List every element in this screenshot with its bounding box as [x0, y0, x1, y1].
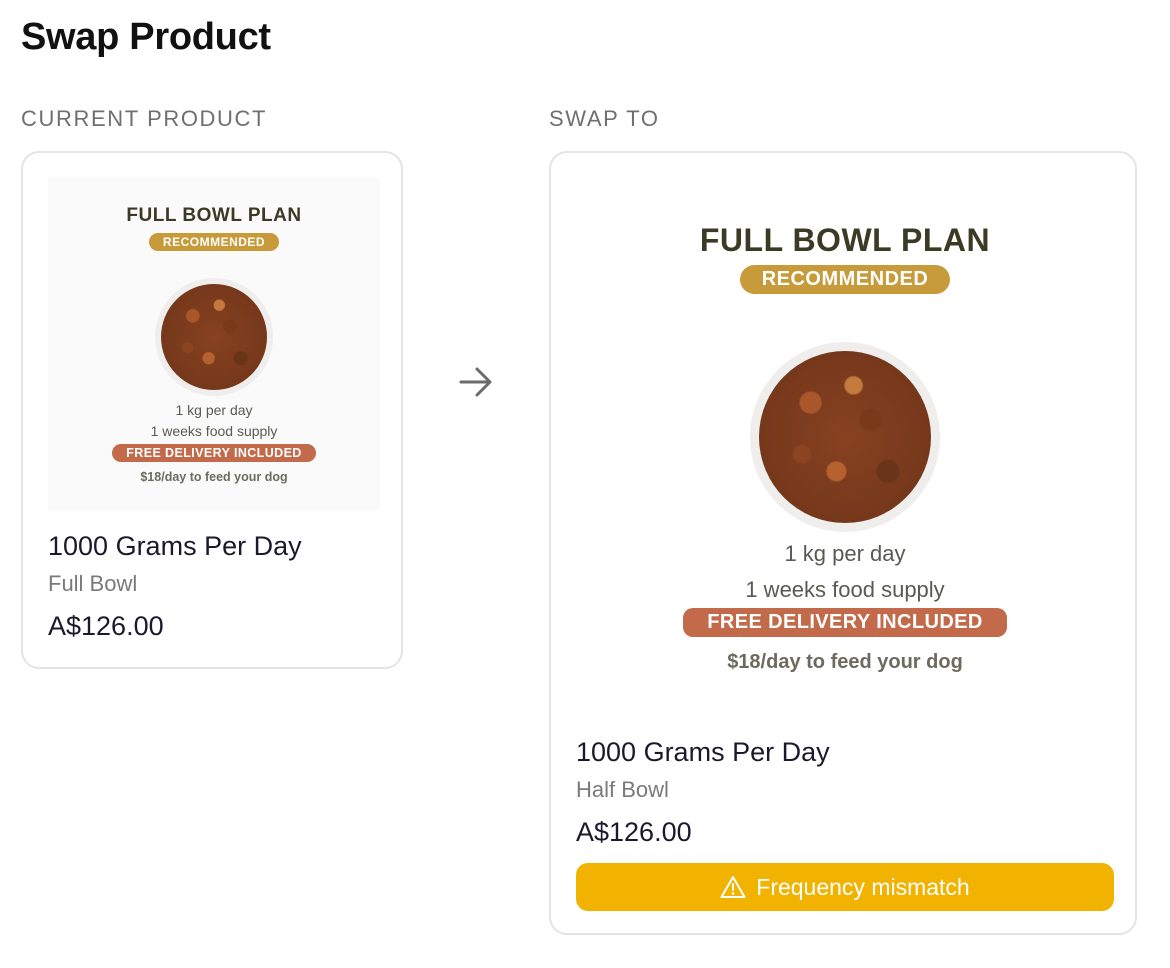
plan-title: FULL BOWL PLAN [126, 205, 302, 226]
current-product-card: FULL BOWL PLAN RECOMMENDED 1 kg per day … [21, 151, 403, 669]
frequency-mismatch-button[interactable]: Frequency mismatch [576, 863, 1114, 911]
recommended-badge: RECOMMENDED [739, 265, 951, 294]
frequency-mismatch-label: Frequency mismatch [756, 873, 970, 900]
swap-product-card[interactable]: FULL BOWL PLAN RECOMMENDED 1 kg per day … [549, 151, 1137, 935]
food-bowl-image [155, 278, 273, 396]
product-image: FULL BOWL PLAN RECOMMENDED 1 kg per day … [576, 178, 1114, 708]
amount-per-day: 1 kg per day [175, 402, 253, 418]
warning-triangle-icon [720, 876, 746, 898]
food-bowl-image [750, 342, 940, 532]
product-name: 1000 Grams Per Day [48, 531, 302, 561]
free-delivery-badge: FREE DELIVERY INCLUDED [112, 444, 316, 462]
daily-cost: $18/day to feed your dog [140, 470, 288, 484]
product-image: FULL BOWL PLAN RECOMMENDED 1 kg per day … [48, 178, 380, 510]
supply-duration: 1 weeks food supply [150, 423, 278, 439]
swap-to-label: SWAP TO [549, 106, 660, 131]
free-delivery-badge: FREE DELIVERY INCLUDED [683, 608, 1007, 637]
product-price: A$126.00 [576, 817, 692, 847]
page-title: Swap Product [21, 16, 271, 58]
product-variant: Half Bowl [576, 777, 669, 802]
amount-per-day: 1 kg per day [784, 541, 906, 566]
product-price: A$126.00 [48, 611, 164, 641]
plan-title: FULL BOWL PLAN [699, 222, 991, 258]
recommended-badge: RECOMMENDED [148, 233, 280, 251]
current-product-label: CURRENT PRODUCT [21, 106, 268, 131]
daily-cost: $18/day to feed your dog [727, 651, 963, 673]
product-variant: Full Bowl [48, 571, 138, 596]
supply-duration: 1 weeks food supply [745, 577, 945, 602]
product-name: 1000 Grams Per Day [576, 737, 830, 767]
arrow-right-icon [459, 367, 492, 397]
